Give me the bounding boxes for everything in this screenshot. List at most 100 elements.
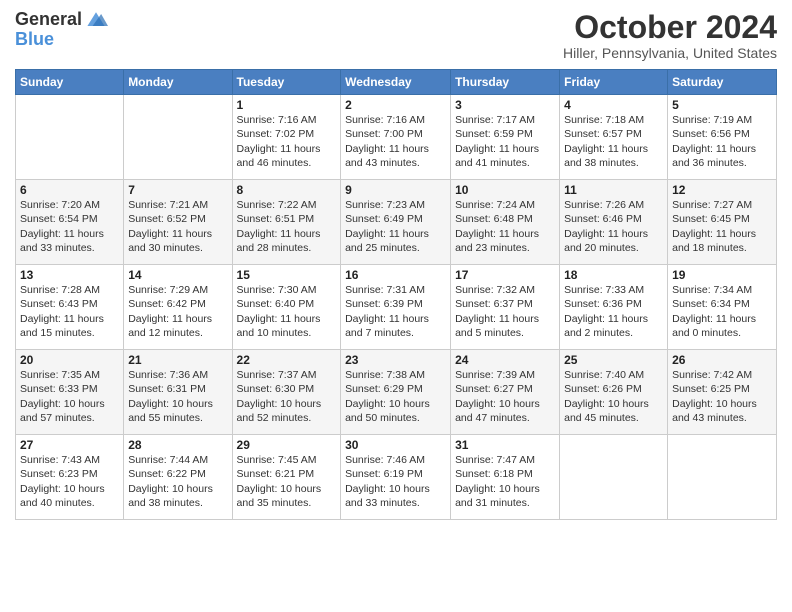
- cell-3-3: 23Sunrise: 7:38 AMSunset: 6:29 PMDayligh…: [341, 350, 451, 435]
- day-info-24: Sunrise: 7:39 AMSunset: 6:27 PMDaylight:…: [455, 368, 555, 425]
- title-block: October 2024 Hiller, Pennsylvania, Unite…: [563, 10, 777, 61]
- logo-icon: [84, 10, 108, 30]
- day-info-29: Sunrise: 7:45 AMSunset: 6:21 PMDaylight:…: [237, 453, 337, 510]
- cell-2-2: 15Sunrise: 7:30 AMSunset: 6:40 PMDayligh…: [232, 265, 341, 350]
- day-num-9: 9: [345, 183, 446, 197]
- header-friday: Friday: [560, 70, 668, 95]
- day-num-23: 23: [345, 353, 446, 367]
- cell-3-2: 22Sunrise: 7:37 AMSunset: 6:30 PMDayligh…: [232, 350, 341, 435]
- cell-4-4: 31Sunrise: 7:47 AMSunset: 6:18 PMDayligh…: [451, 435, 560, 520]
- day-num-1: 1: [237, 98, 337, 112]
- day-info-7: Sunrise: 7:21 AMSunset: 6:52 PMDaylight:…: [128, 198, 227, 255]
- day-info-18: Sunrise: 7:33 AMSunset: 6:36 PMDaylight:…: [564, 283, 663, 340]
- day-num-7: 7: [128, 183, 227, 197]
- day-num-27: 27: [20, 438, 119, 452]
- day-num-13: 13: [20, 268, 119, 282]
- day-num-14: 14: [128, 268, 227, 282]
- header-saturday: Saturday: [668, 70, 777, 95]
- day-num-11: 11: [564, 183, 663, 197]
- cell-0-2: 1Sunrise: 7:16 AMSunset: 7:02 PMDaylight…: [232, 95, 341, 180]
- day-info-21: Sunrise: 7:36 AMSunset: 6:31 PMDaylight:…: [128, 368, 227, 425]
- day-info-30: Sunrise: 7:46 AMSunset: 6:19 PMDaylight:…: [345, 453, 446, 510]
- day-num-24: 24: [455, 353, 555, 367]
- cell-2-6: 19Sunrise: 7:34 AMSunset: 6:34 PMDayligh…: [668, 265, 777, 350]
- day-num-16: 16: [345, 268, 446, 282]
- day-info-15: Sunrise: 7:30 AMSunset: 6:40 PMDaylight:…: [237, 283, 337, 340]
- logo-blue-text: Blue: [15, 30, 54, 50]
- weekday-header-row: Sunday Monday Tuesday Wednesday Thursday…: [16, 70, 777, 95]
- cell-2-3: 16Sunrise: 7:31 AMSunset: 6:39 PMDayligh…: [341, 265, 451, 350]
- cell-3-1: 21Sunrise: 7:36 AMSunset: 6:31 PMDayligh…: [124, 350, 232, 435]
- day-num-25: 25: [564, 353, 663, 367]
- cell-2-1: 14Sunrise: 7:29 AMSunset: 6:42 PMDayligh…: [124, 265, 232, 350]
- day-num-5: 5: [672, 98, 772, 112]
- day-info-4: Sunrise: 7:18 AMSunset: 6:57 PMDaylight:…: [564, 113, 663, 170]
- cell-0-3: 2Sunrise: 7:16 AMSunset: 7:00 PMDaylight…: [341, 95, 451, 180]
- day-info-31: Sunrise: 7:47 AMSunset: 6:18 PMDaylight:…: [455, 453, 555, 510]
- cell-3-0: 20Sunrise: 7:35 AMSunset: 6:33 PMDayligh…: [16, 350, 124, 435]
- week-row-0: 1Sunrise: 7:16 AMSunset: 7:02 PMDaylight…: [16, 95, 777, 180]
- cell-4-5: [560, 435, 668, 520]
- cell-4-2: 29Sunrise: 7:45 AMSunset: 6:21 PMDayligh…: [232, 435, 341, 520]
- day-num-30: 30: [345, 438, 446, 452]
- week-row-2: 13Sunrise: 7:28 AMSunset: 6:43 PMDayligh…: [16, 265, 777, 350]
- day-info-2: Sunrise: 7:16 AMSunset: 7:00 PMDaylight:…: [345, 113, 446, 170]
- day-info-28: Sunrise: 7:44 AMSunset: 6:22 PMDaylight:…: [128, 453, 227, 510]
- day-info-23: Sunrise: 7:38 AMSunset: 6:29 PMDaylight:…: [345, 368, 446, 425]
- day-info-27: Sunrise: 7:43 AMSunset: 6:23 PMDaylight:…: [20, 453, 119, 510]
- cell-1-2: 8Sunrise: 7:22 AMSunset: 6:51 PMDaylight…: [232, 180, 341, 265]
- day-info-20: Sunrise: 7:35 AMSunset: 6:33 PMDaylight:…: [20, 368, 119, 425]
- day-num-6: 6: [20, 183, 119, 197]
- cell-4-6: [668, 435, 777, 520]
- cell-3-5: 25Sunrise: 7:40 AMSunset: 6:26 PMDayligh…: [560, 350, 668, 435]
- logo: General Blue: [15, 10, 108, 50]
- cell-1-3: 9Sunrise: 7:23 AMSunset: 6:49 PMDaylight…: [341, 180, 451, 265]
- page: General Blue October 2024 Hiller, Pennsy…: [0, 0, 792, 612]
- day-num-8: 8: [237, 183, 337, 197]
- day-info-3: Sunrise: 7:17 AMSunset: 6:59 PMDaylight:…: [455, 113, 555, 170]
- location: Hiller, Pennsylvania, United States: [563, 45, 777, 61]
- cell-2-0: 13Sunrise: 7:28 AMSunset: 6:43 PMDayligh…: [16, 265, 124, 350]
- day-info-25: Sunrise: 7:40 AMSunset: 6:26 PMDaylight:…: [564, 368, 663, 425]
- cell-0-5: 4Sunrise: 7:18 AMSunset: 6:57 PMDaylight…: [560, 95, 668, 180]
- header-wednesday: Wednesday: [341, 70, 451, 95]
- day-num-4: 4: [564, 98, 663, 112]
- week-row-4: 27Sunrise: 7:43 AMSunset: 6:23 PMDayligh…: [16, 435, 777, 520]
- day-info-16: Sunrise: 7:31 AMSunset: 6:39 PMDaylight:…: [345, 283, 446, 340]
- cell-1-6: 12Sunrise: 7:27 AMSunset: 6:45 PMDayligh…: [668, 180, 777, 265]
- day-num-18: 18: [564, 268, 663, 282]
- day-info-8: Sunrise: 7:22 AMSunset: 6:51 PMDaylight:…: [237, 198, 337, 255]
- month-title: October 2024: [563, 10, 777, 45]
- day-num-3: 3: [455, 98, 555, 112]
- day-info-10: Sunrise: 7:24 AMSunset: 6:48 PMDaylight:…: [455, 198, 555, 255]
- header-tuesday: Tuesday: [232, 70, 341, 95]
- cell-0-1: [124, 95, 232, 180]
- day-info-11: Sunrise: 7:26 AMSunset: 6:46 PMDaylight:…: [564, 198, 663, 255]
- week-row-3: 20Sunrise: 7:35 AMSunset: 6:33 PMDayligh…: [16, 350, 777, 435]
- day-info-9: Sunrise: 7:23 AMSunset: 6:49 PMDaylight:…: [345, 198, 446, 255]
- header-thursday: Thursday: [451, 70, 560, 95]
- day-info-1: Sunrise: 7:16 AMSunset: 7:02 PMDaylight:…: [237, 113, 337, 170]
- day-num-21: 21: [128, 353, 227, 367]
- day-num-29: 29: [237, 438, 337, 452]
- cell-1-5: 11Sunrise: 7:26 AMSunset: 6:46 PMDayligh…: [560, 180, 668, 265]
- cell-0-4: 3Sunrise: 7:17 AMSunset: 6:59 PMDaylight…: [451, 95, 560, 180]
- day-num-26: 26: [672, 353, 772, 367]
- cell-4-3: 30Sunrise: 7:46 AMSunset: 6:19 PMDayligh…: [341, 435, 451, 520]
- day-info-22: Sunrise: 7:37 AMSunset: 6:30 PMDaylight:…: [237, 368, 337, 425]
- cell-1-0: 6Sunrise: 7:20 AMSunset: 6:54 PMDaylight…: [16, 180, 124, 265]
- day-num-15: 15: [237, 268, 337, 282]
- day-num-20: 20: [20, 353, 119, 367]
- cell-4-1: 28Sunrise: 7:44 AMSunset: 6:22 PMDayligh…: [124, 435, 232, 520]
- day-info-13: Sunrise: 7:28 AMSunset: 6:43 PMDaylight:…: [20, 283, 119, 340]
- day-num-2: 2: [345, 98, 446, 112]
- day-info-26: Sunrise: 7:42 AMSunset: 6:25 PMDaylight:…: [672, 368, 772, 425]
- calendar-table: Sunday Monday Tuesday Wednesday Thursday…: [15, 69, 777, 520]
- day-info-14: Sunrise: 7:29 AMSunset: 6:42 PMDaylight:…: [128, 283, 227, 340]
- cell-0-6: 5Sunrise: 7:19 AMSunset: 6:56 PMDaylight…: [668, 95, 777, 180]
- day-info-6: Sunrise: 7:20 AMSunset: 6:54 PMDaylight:…: [20, 198, 119, 255]
- day-info-5: Sunrise: 7:19 AMSunset: 6:56 PMDaylight:…: [672, 113, 772, 170]
- cell-2-4: 17Sunrise: 7:32 AMSunset: 6:37 PMDayligh…: [451, 265, 560, 350]
- cell-3-4: 24Sunrise: 7:39 AMSunset: 6:27 PMDayligh…: [451, 350, 560, 435]
- day-info-12: Sunrise: 7:27 AMSunset: 6:45 PMDaylight:…: [672, 198, 772, 255]
